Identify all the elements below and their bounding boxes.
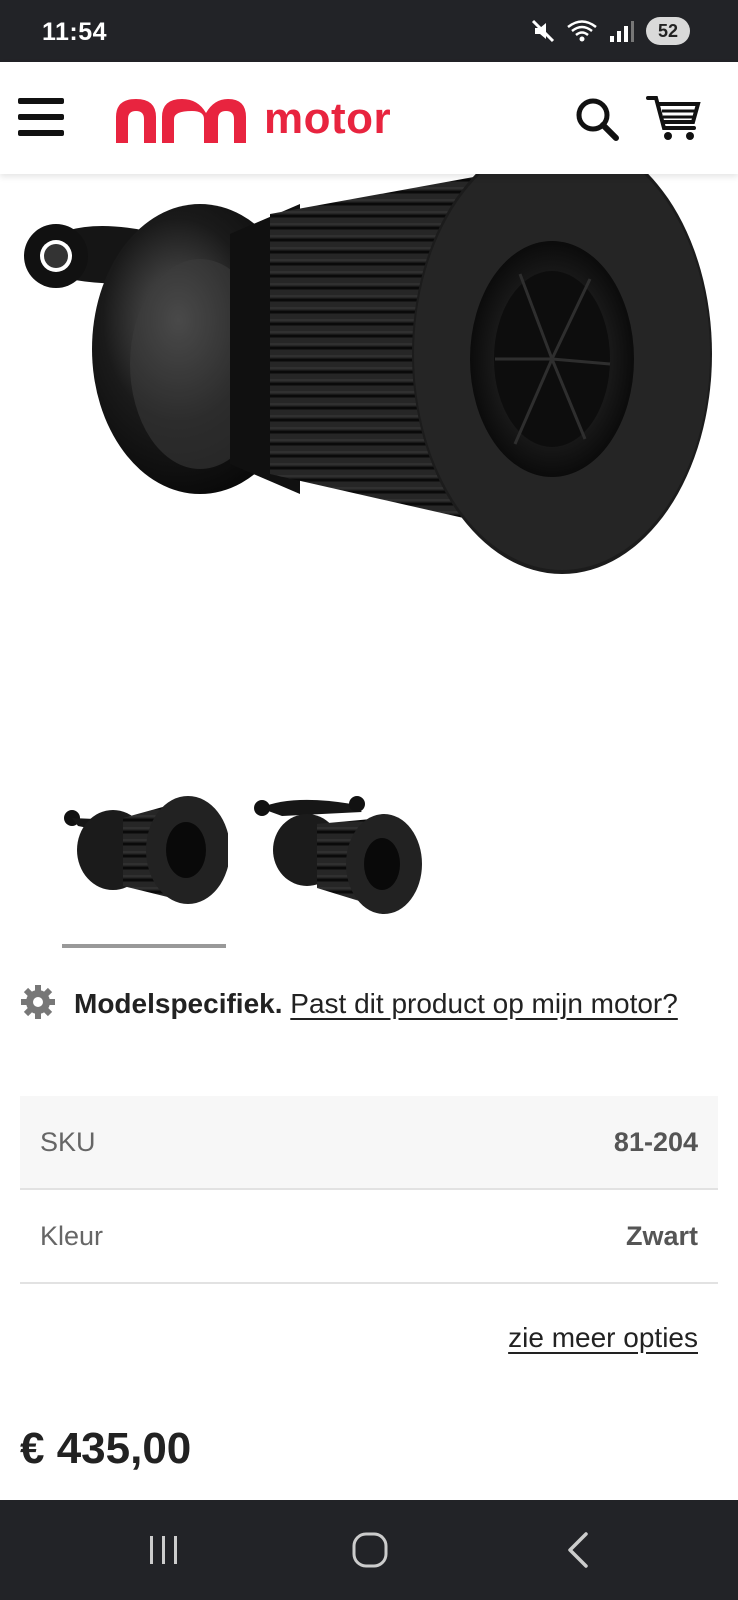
- active-thumbnail-indicator: [62, 944, 226, 948]
- fitment-check-link[interactable]: Past dit product op mijn motor?: [290, 988, 678, 1019]
- mute-icon: [531, 19, 555, 43]
- wifi-icon: [567, 20, 597, 42]
- signal-icon: [610, 21, 634, 42]
- product-price: € 435,00: [20, 1424, 192, 1473]
- spec-value: 81-204: [613, 1126, 698, 1157]
- model-specific-label: Modelspecifiek.: [74, 988, 283, 1019]
- logo-mark-icon: [116, 99, 246, 143]
- spec-table: SKU 81-204 Kleur Zwart: [20, 1096, 718, 1284]
- spec-value: Zwart: [625, 1220, 698, 1251]
- spec-row-sku: SKU 81-204: [20, 1096, 718, 1190]
- more-options-link[interactable]: zie meer opties: [508, 1322, 698, 1354]
- gear-icon: [21, 985, 55, 1019]
- search-icon[interactable]: [574, 96, 620, 142]
- recent-apps-icon[interactable]: [142, 1530, 186, 1570]
- status-time: 11:54: [42, 18, 108, 46]
- system-nav-bar: [0, 1500, 738, 1600]
- status-icons: 52: [530, 16, 690, 46]
- spec-row-color: Kleur Zwart: [20, 1190, 718, 1284]
- product-thumbnail-1[interactable]: [58, 790, 228, 920]
- site-logo[interactable]: motor: [110, 90, 391, 148]
- battery-badge: 52: [646, 17, 690, 45]
- spec-label: SKU: [40, 1126, 96, 1157]
- product-image[interactable]: [0, 174, 738, 734]
- logo-text: motor: [264, 94, 392, 143]
- back-icon[interactable]: [558, 1530, 602, 1570]
- home-icon[interactable]: [348, 1530, 392, 1570]
- product-thumbnail-2[interactable]: [252, 790, 422, 920]
- cart-icon[interactable]: [646, 92, 702, 144]
- spec-label: Kleur: [40, 1220, 104, 1251]
- model-specific-notice: Modelspecifiek. Past dit product op mijn…: [20, 978, 720, 1030]
- menu-icon[interactable]: [18, 98, 64, 138]
- status-bar: 11:54 52: [0, 0, 738, 62]
- site-header: motor: [0, 62, 738, 174]
